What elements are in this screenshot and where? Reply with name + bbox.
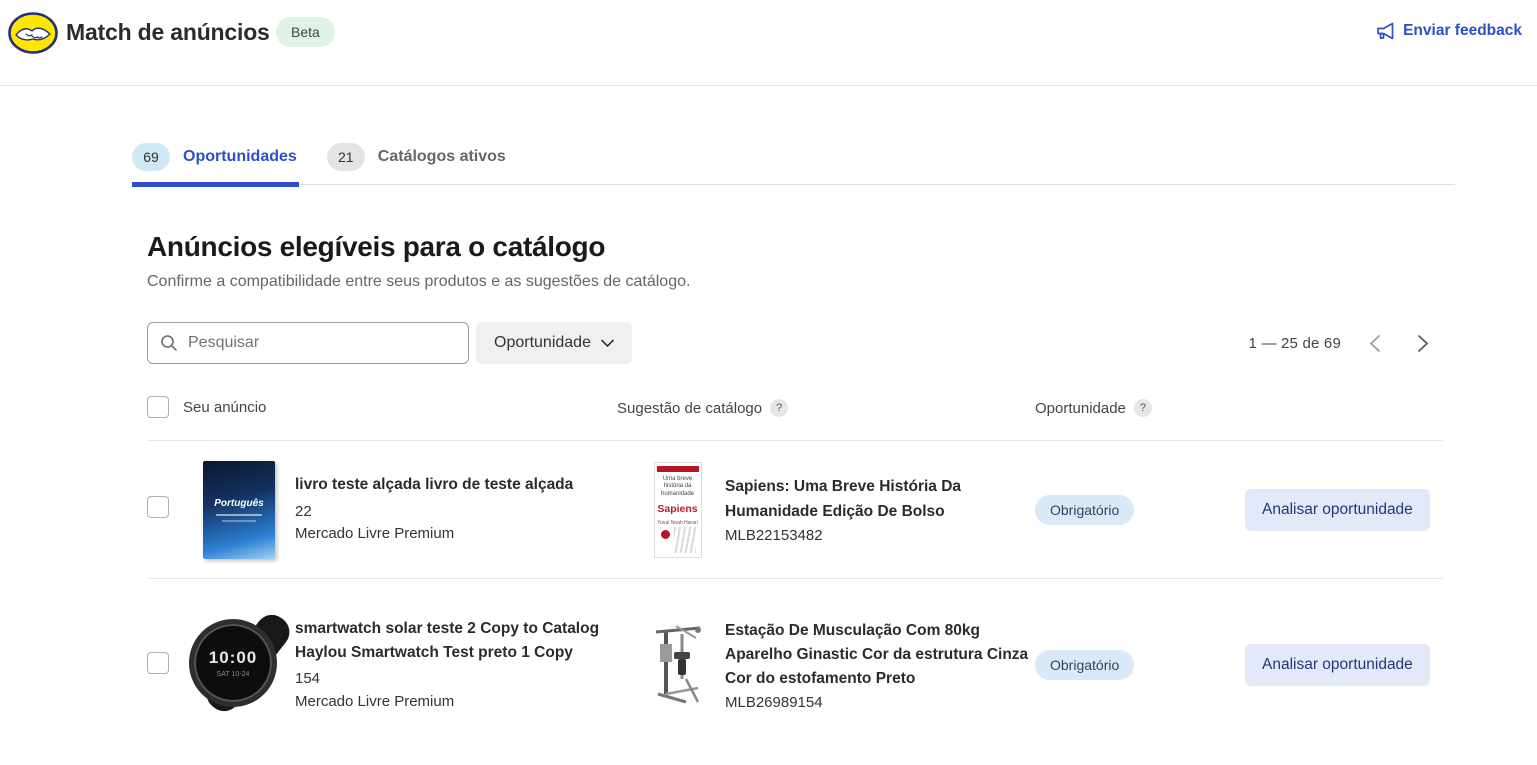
app-header: Match de anúncios Beta Enviar feedback <box>0 0 1537 86</box>
page-title: Match de anúncios <box>66 19 270 46</box>
your-ad-listing-type: Mercado Livre Premium <box>295 691 630 714</box>
your-ad-title: livro teste alçada livro de teste alçada <box>295 473 630 497</box>
table-row: 10:00 SAT 10-24 smartwatch solar teste 2… <box>147 579 1443 751</box>
tab-catalogos-label: Catálogos ativos <box>378 148 506 166</box>
tab-oportunidades-label: Oportunidades <box>183 148 297 166</box>
send-feedback-button[interactable]: Enviar feedback <box>1376 22 1522 40</box>
opportunity-status-badge: Obrigatório <box>1035 495 1134 525</box>
your-ad-thumbnail-book: Português <box>203 461 275 559</box>
table-row: Português livro teste alçada livro de te… <box>147 441 1443 579</box>
section-subtitle: Confirme a compatibilidade entre seus pr… <box>147 273 1455 291</box>
toolbar: Oportunidade 1 — 25 de 69 <box>147 322 1455 364</box>
suggestion-thumbnail-gym-station <box>652 624 704 706</box>
section-title: Anúncios elegíveis para o catálogo <box>147 231 1455 263</box>
next-page-button[interactable] <box>1410 330 1435 357</box>
megaphone-icon <box>1376 22 1396 40</box>
pagination: 1 — 25 de 69 <box>1249 322 1435 364</box>
opportunities-table: Seu anúncio Sugestão de catálogo ? Oport… <box>147 394 1443 751</box>
column-header-opportunity: Oportunidade <box>1035 400 1126 417</box>
search-box[interactable] <box>147 322 469 364</box>
chevron-left-icon <box>1367 334 1384 353</box>
tab-catalogos-ativos[interactable]: 21 Catálogos ativos <box>327 143 508 184</box>
your-ad-listing-type: Mercado Livre Premium <box>295 523 630 546</box>
analyze-opportunity-button[interactable]: Analisar oportunidade <box>1245 489 1430 531</box>
opportunity-help-icon[interactable]: ? <box>1134 399 1152 417</box>
chevron-down-icon <box>601 339 614 348</box>
pagination-range-label: 1 — 25 de 69 <box>1249 335 1341 352</box>
suggestion-thumbnail-sapiens-book: Uma brevehistória dahumanidade Sapiens Y… <box>654 462 702 558</box>
previous-page-button[interactable] <box>1363 330 1388 357</box>
column-header-your-ad: Seu anúncio <box>183 399 266 416</box>
opportunity-status-badge: Obrigatório <box>1035 650 1134 680</box>
select-all-checkbox[interactable] <box>147 396 169 418</box>
row-select-checkbox[interactable] <box>147 652 169 674</box>
row-select-checkbox[interactable] <box>147 496 169 518</box>
column-header-suggestion: Sugestão de catálogo <box>617 400 762 417</box>
your-ad-stock: 154 <box>295 668 630 691</box>
suggestion-id: MLB22153482 <box>725 527 1030 544</box>
tab-bar: 69 Oportunidades 21 Catálogos ativos <box>132 143 1455 185</box>
tab-oportunidades-count-badge: 69 <box>132 143 170 171</box>
mercado-livre-logo-icon <box>8 10 58 56</box>
tab-catalogos-count-badge: 21 <box>327 143 365 171</box>
your-ad-title: smartwatch solar teste 2 Copy to Catalog… <box>295 617 630 665</box>
suggestion-title: Estação De Musculação Com 80kg Aparelho … <box>725 619 1030 691</box>
search-icon <box>160 334 178 352</box>
opportunity-filter-dropdown[interactable]: Oportunidade <box>476 322 632 364</box>
suggestion-id: MLB26989154 <box>725 694 1030 711</box>
your-ad-stock: 22 <box>295 501 630 524</box>
suggestion-help-icon[interactable]: ? <box>770 399 788 417</box>
chevron-right-icon <box>1414 334 1431 353</box>
your-ad-thumbnail-smartwatch: 10:00 SAT 10-24 <box>185 611 293 719</box>
analyze-opportunity-button[interactable]: Analisar oportunidade <box>1245 644 1430 686</box>
search-input[interactable] <box>188 334 456 352</box>
suggestion-title: Sapiens: Uma Breve História Da Humanidad… <box>725 475 1030 523</box>
table-header: Seu anúncio Sugestão de catálogo ? Oport… <box>147 394 1443 441</box>
opportunity-filter-label: Oportunidade <box>494 334 591 352</box>
beta-badge: Beta <box>276 17 335 47</box>
tab-oportunidades[interactable]: 69 Oportunidades <box>132 143 299 184</box>
send-feedback-label: Enviar feedback <box>1403 22 1522 40</box>
main-content: 69 Oportunidades 21 Catálogos ativos Anú… <box>132 143 1455 751</box>
